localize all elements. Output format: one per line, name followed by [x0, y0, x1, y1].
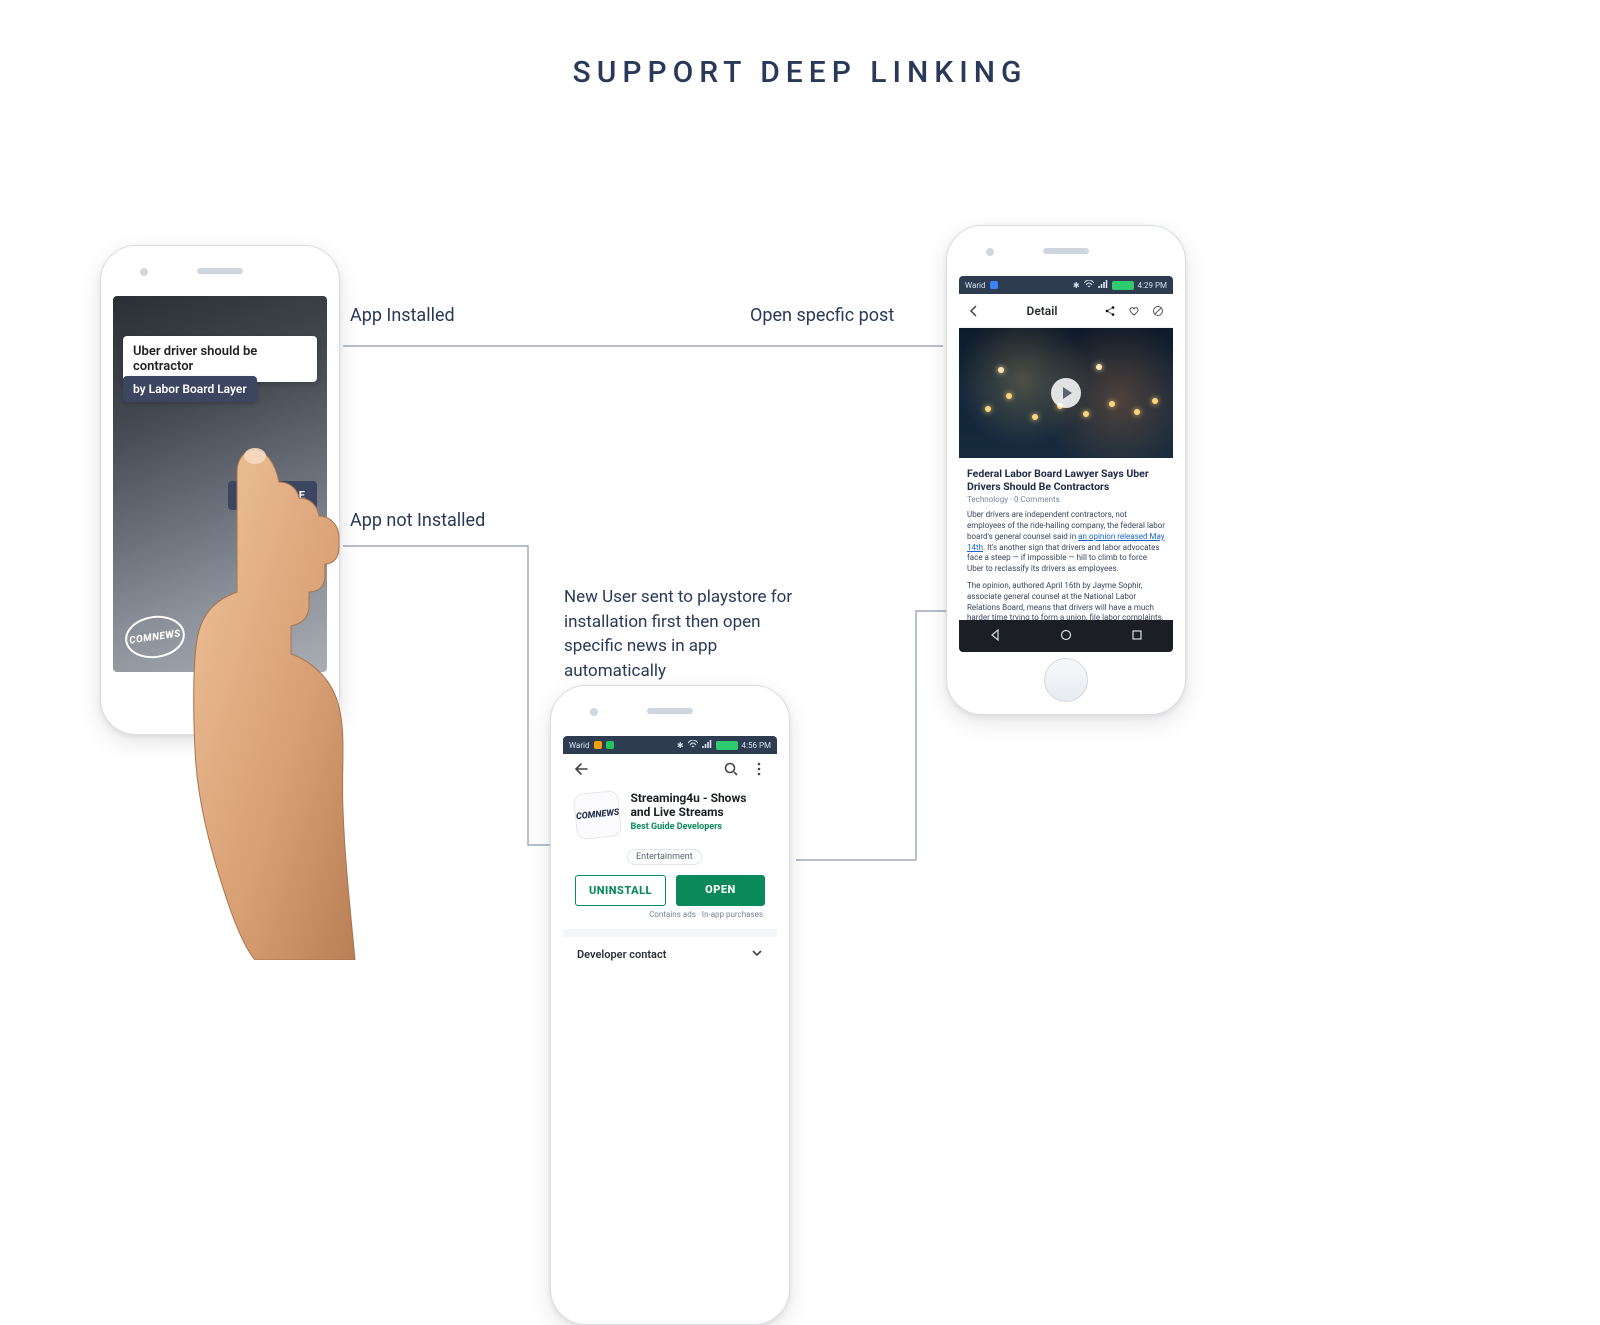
connector-playstore-to-detail: [796, 610, 946, 870]
status-wifi-icon: [688, 740, 698, 750]
chevron-down-icon: [751, 947, 763, 962]
block-icon[interactable]: [1151, 304, 1165, 318]
article-title: Federal Labor Board Lawyer Says Uber Dri…: [967, 468, 1165, 493]
nav-back-icon[interactable]: [988, 628, 1002, 645]
status-time: 4:29 PM: [1138, 281, 1167, 290]
read-more-button[interactable]: READ MORE: [228, 481, 317, 510]
back-icon[interactable]: [573, 761, 589, 781]
phone-story-screen: Uber driver should be contractor by Labo…: [113, 296, 327, 672]
status-battery-icon: [1112, 281, 1134, 290]
nav-home-icon[interactable]: [1059, 628, 1073, 645]
play-icon[interactable]: [1051, 378, 1081, 408]
article-meta: Technology · 0 Comments: [967, 495, 1165, 504]
home-button[interactable]: [198, 678, 242, 722]
more-icon[interactable]: [751, 761, 767, 781]
search-icon[interactable]: [723, 761, 739, 781]
open-button[interactable]: OPEN: [676, 875, 765, 906]
status-signal-icon: [702, 740, 712, 750]
phone-detail: Warid ✱ 4:29 PM Detail: [946, 225, 1186, 715]
label-app-not-installed: App not Installed: [350, 510, 485, 531]
app-name: Streaming4u - Shows and Live Streams: [630, 792, 765, 820]
nav-recents-icon[interactable]: [1130, 628, 1144, 645]
status-notif-icon: [606, 741, 614, 749]
uninstall-button[interactable]: UNINSTALL: [575, 875, 666, 906]
phone-speaker: [1043, 248, 1089, 254]
playstore-note: Contains ads · In-app purchases: [563, 910, 777, 929]
status-signal-icon: [1098, 280, 1108, 290]
label-open-post: Open specfic post: [750, 305, 894, 326]
phone-camera-dot: [986, 248, 994, 256]
status-battery-icon: [716, 741, 738, 750]
status-vibrate-icon: ✱: [677, 741, 684, 750]
phone-speaker: [647, 708, 693, 714]
status-wifi-icon: [1084, 280, 1094, 290]
app-developer[interactable]: Best Guide Developers: [630, 822, 765, 832]
back-icon[interactable]: [967, 304, 981, 318]
label-app-installed: App Installed: [350, 305, 455, 326]
phone-detail-screen: Warid ✱ 4:29 PM Detail: [959, 276, 1173, 652]
status-bar: Warid ✱ 4:56 PM: [563, 736, 777, 754]
playstore-topbar: [563, 754, 777, 788]
status-vibrate-icon: ✱: [1073, 281, 1080, 290]
home-button[interactable]: [1044, 658, 1088, 702]
status-carrier: Warid: [569, 741, 590, 750]
android-navbar: [959, 620, 1173, 652]
story-subhead: by Labor Board Layer: [123, 376, 257, 402]
status-carrier: Warid: [965, 281, 986, 290]
detail-topbar: Detail: [959, 294, 1173, 328]
detail-title: Detail: [1027, 304, 1058, 318]
connector-installed: [343, 345, 953, 355]
playstore-app-header: COMNEWS Streaming4u - Shows and Live Str…: [563, 788, 777, 844]
phone-story: Uber driver should be contractor by Labo…: [100, 245, 340, 735]
phone-camera-dot: [590, 708, 598, 716]
brand-badge: COMNEWS: [122, 612, 187, 662]
status-notif-icon: [594, 741, 602, 749]
app-icon: COMNEWS: [573, 790, 623, 841]
phone-playstore-screen: Warid ✱ 4:56 PM: [563, 736, 777, 1304]
article-hero: [959, 328, 1173, 458]
status-bar: Warid ✱ 4:29 PM: [959, 276, 1173, 294]
developer-contact-row[interactable]: Developer contact: [563, 937, 777, 972]
app-category-chip[interactable]: Entertainment: [627, 849, 702, 865]
playstore-actions: UNINSTALL OPEN: [563, 865, 777, 910]
status-notif-icon: [990, 281, 998, 289]
phone-playstore: Warid ✱ 4:56 PM: [550, 685, 790, 1325]
article-paragraph: Uber drivers are independent contractors…: [967, 510, 1165, 575]
page-title: SUPPORT DEEP LINKING: [0, 55, 1600, 90]
phone-camera-dot: [140, 268, 148, 276]
status-time: 4:56 PM: [742, 741, 771, 750]
share-icon[interactable]: [1103, 304, 1117, 318]
divider: [563, 929, 777, 937]
developer-contact-label: Developer contact: [577, 948, 666, 961]
heart-icon[interactable]: [1127, 304, 1141, 318]
phone-speaker: [197, 268, 243, 274]
article-text: . It's another sign that drivers and lab…: [967, 543, 1159, 574]
